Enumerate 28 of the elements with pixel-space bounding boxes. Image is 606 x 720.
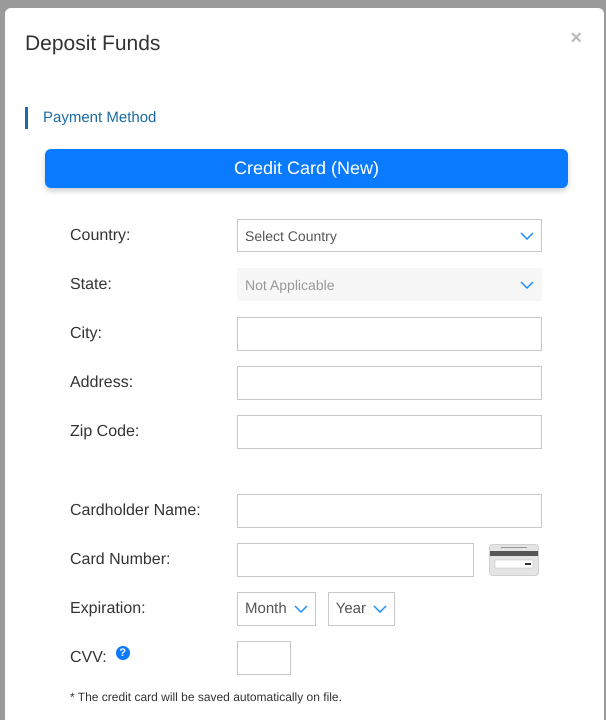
chevron-icon bbox=[520, 232, 534, 240]
dialog-title: Deposit Funds bbox=[25, 32, 160, 56]
chevron-icon bbox=[294, 604, 308, 612]
field-label: Expiration: bbox=[70, 600, 146, 618]
note-text: * The credit card will be saved automatically on file. bbox=[70, 690, 343, 704]
field-label: Country: bbox=[70, 226, 130, 244]
input-field[interactable] bbox=[237, 494, 542, 528]
input-field[interactable] bbox=[237, 316, 542, 350]
section-heading: Payment Method bbox=[25, 107, 604, 129]
help-icon[interactable]: ? bbox=[116, 646, 130, 660]
card-back-icon bbox=[489, 544, 539, 576]
input-field[interactable] bbox=[237, 366, 542, 400]
field-label: City: bbox=[70, 324, 102, 342]
field-label: Card Number: bbox=[70, 550, 170, 568]
input-field[interactable] bbox=[237, 542, 474, 576]
input-field[interactable] bbox=[237, 640, 291, 674]
select-field[interactable]: Select Country bbox=[237, 219, 542, 252]
credit-card-button[interactable]: Credit Card (New) bbox=[45, 149, 568, 188]
field-label: Zip Code: bbox=[70, 422, 140, 440]
year-select[interactable]: Year bbox=[328, 592, 396, 626]
month-select[interactable]: Month bbox=[237, 592, 316, 626]
chevron-icon bbox=[373, 604, 388, 612]
field-label: CVV: bbox=[70, 648, 107, 666]
chevron-icon bbox=[520, 280, 534, 288]
field-label: State: bbox=[70, 276, 112, 294]
field-label: Address: bbox=[70, 374, 134, 392]
field-label: Cardholder Name: bbox=[70, 502, 201, 520]
input-field[interactable] bbox=[237, 414, 542, 448]
